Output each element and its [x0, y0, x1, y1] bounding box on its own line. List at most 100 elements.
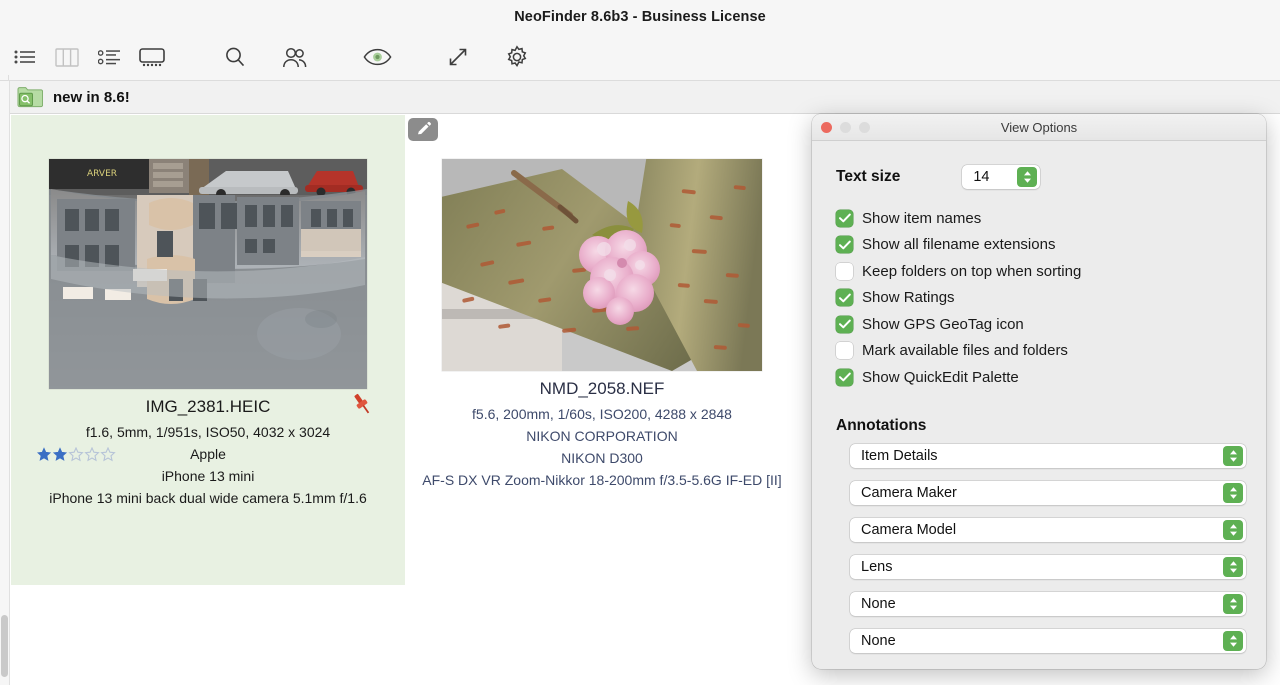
vertical-scrollbar-thumb[interactable]: [1, 615, 8, 677]
fullscreen-button[interactable]: [442, 42, 474, 72]
search-icon: [224, 46, 246, 68]
panel-body: Text size 14 Show item na: [812, 141, 1266, 653]
column-view-button[interactable]: [51, 42, 83, 72]
geotag-pin-icon: [349, 391, 375, 417]
checkbox-list: Show item names Show all filename extens…: [836, 205, 1242, 391]
checkbox-label: Show all filename extensions: [862, 236, 1055, 253]
checkbox-show-quickedit-palette[interactable]: [836, 369, 853, 386]
text-size-value[interactable]: 14: [973, 169, 989, 185]
thumbnail-container[interactable]: [442, 159, 762, 371]
checkbox-mark-available-files[interactable]: [836, 342, 853, 359]
checkbox-label: Show QuickEdit Palette: [862, 369, 1019, 386]
chevron-updown-icon[interactable]: [1223, 483, 1243, 503]
annotation-value: Camera Maker: [861, 485, 957, 501]
checkbox-keep-folders-on-top[interactable]: [836, 263, 853, 280]
checkbox-row[interactable]: Show GPS GeoTag icon: [836, 311, 1242, 338]
close-button[interactable]: [821, 122, 832, 133]
checkbox-label: Show item names: [862, 210, 981, 227]
item-thumbnail: [442, 159, 762, 371]
eye-icon: [363, 48, 392, 66]
folder-header-bar: new in 8.6!: [10, 81, 1280, 114]
chevron-updown-icon[interactable]: [1223, 520, 1243, 540]
item-detail-line: f1.6, 5mm, 1/951s, ISO50, 4032 x 3024: [86, 421, 330, 443]
item-camera-maker: Apple: [190, 443, 226, 465]
thumbnail-container[interactable]: ARVER: [49, 159, 367, 389]
quickedit-button[interactable]: [408, 118, 438, 141]
annotation-popups: Item Details Camera Maker: [836, 444, 1242, 653]
annotation-popup-3[interactable]: Camera Model: [850, 518, 1246, 542]
annotation-value: None: [861, 633, 896, 649]
checkbox-label: Keep folders on top when sorting: [862, 263, 1081, 280]
item-lens: iPhone 13 mini back dual wide camera 5.1…: [49, 487, 367, 509]
item-thumbnail: ARVER: [49, 159, 367, 389]
sidebar-strip: [0, 81, 10, 685]
star-rating-icon: [37, 447, 121, 462]
text-size-stepper[interactable]: 14: [962, 165, 1040, 189]
item-filename: NMD_2058.NEF: [540, 379, 665, 399]
gallery-view-button[interactable]: [136, 42, 168, 72]
chevron-updown-icon[interactable]: [1223, 446, 1243, 466]
grid-item[interactable]: NMD_2058.NEF f5.6, 200mm, 1/60s, ISO200,…: [405, 115, 799, 585]
grid-item[interactable]: ARVER: [11, 115, 405, 585]
checkbox-show-all-filename-extensions[interactable]: [836, 236, 853, 253]
checkbox-row[interactable]: Show QuickEdit Palette: [836, 364, 1242, 391]
chevron-updown-icon[interactable]: [1223, 557, 1243, 577]
preview-button[interactable]: [361, 42, 393, 72]
chevron-updown-icon[interactable]: [1223, 631, 1243, 651]
main-toolbar: [0, 33, 1280, 81]
text-size-label: Text size: [836, 168, 900, 186]
annotation-value: Item Details: [861, 448, 938, 464]
window-controls: [821, 122, 870, 133]
window-title: NeoFinder 8.6b3 - Business License: [514, 9, 766, 25]
settings-button[interactable]: [501, 42, 533, 72]
detail-list-view-button[interactable]: [93, 42, 125, 72]
checkbox-row[interactable]: Keep folders on top when sorting: [836, 258, 1242, 285]
annotation-popup-5[interactable]: None: [850, 592, 1246, 616]
checkbox-show-item-names[interactable]: [836, 210, 853, 227]
checkbox-row[interactable]: Show all filename extensions: [836, 232, 1242, 259]
neofinder-window: NeoFinder 8.6b3 - Business License: [0, 0, 1280, 685]
window-titlebar: NeoFinder 8.6b3 - Business License: [0, 0, 1280, 33]
zoom-button[interactable]: [859, 122, 870, 133]
search-button[interactable]: [219, 42, 251, 72]
expand-arrows-icon: [446, 45, 470, 69]
annotation-popup-1[interactable]: Item Details: [850, 444, 1246, 468]
minimize-button[interactable]: [840, 122, 851, 133]
svg-text:ARVER: ARVER: [87, 169, 117, 179]
annotation-popup-2[interactable]: Camera Maker: [850, 481, 1246, 505]
annotation-value: Lens: [861, 559, 892, 575]
checkbox-row[interactable]: Mark available files and folders: [836, 338, 1242, 365]
checkbox-show-ratings[interactable]: [836, 289, 853, 306]
checkbox-row[interactable]: Show item names: [836, 205, 1242, 232]
checkbox-label: Mark available files and folders: [862, 342, 1068, 359]
item-detail-line: f5.6, 200mm, 1/60s, ISO200, 4288 x 2848: [472, 403, 732, 425]
checkbox-label: Show GPS GeoTag icon: [862, 316, 1024, 333]
people-button[interactable]: [279, 42, 311, 72]
people-icon: [282, 47, 308, 68]
text-size-row: Text size 14: [836, 163, 1242, 191]
item-metadata: NMD_2058.NEF f5.6, 200mm, 1/60s, ISO200,…: [405, 379, 799, 491]
panel-titlebar: View Options: [812, 114, 1266, 141]
annotations-heading: Annotations: [836, 417, 1242, 435]
folder-title: new in 8.6!: [53, 89, 130, 106]
checkbox-row[interactable]: Show Ratings: [836, 285, 1242, 312]
checkbox-show-gps-geotag-icon[interactable]: [836, 316, 853, 333]
list-view-button[interactable]: [9, 42, 41, 72]
annotation-value: None: [861, 596, 896, 612]
annotation-popup-6[interactable]: None: [850, 629, 1246, 653]
annotation-value: Camera Model: [861, 522, 956, 538]
checkbox-label: Show Ratings: [862, 289, 955, 306]
rating-stars[interactable]: [37, 447, 121, 462]
item-camera-maker: NIKON CORPORATION: [526, 425, 677, 447]
gear-icon: [505, 45, 529, 69]
item-lens: AF-S DX VR Zoom-Nikkor 18-200mm f/3.5-5.…: [422, 469, 781, 491]
annotation-popup-4[interactable]: Lens: [850, 555, 1246, 579]
item-camera-model: NIKON D300: [561, 447, 643, 469]
stepper-arrows-icon[interactable]: [1017, 167, 1037, 187]
pencil-icon: [415, 121, 432, 138]
chevron-updown-icon[interactable]: [1223, 594, 1243, 614]
view-options-panel: View Options Text size 14: [812, 114, 1266, 669]
gallery-view-icon: [139, 48, 165, 67]
detail-list-view-icon: [98, 49, 121, 66]
item-camera-model: iPhone 13 mini: [162, 465, 255, 487]
